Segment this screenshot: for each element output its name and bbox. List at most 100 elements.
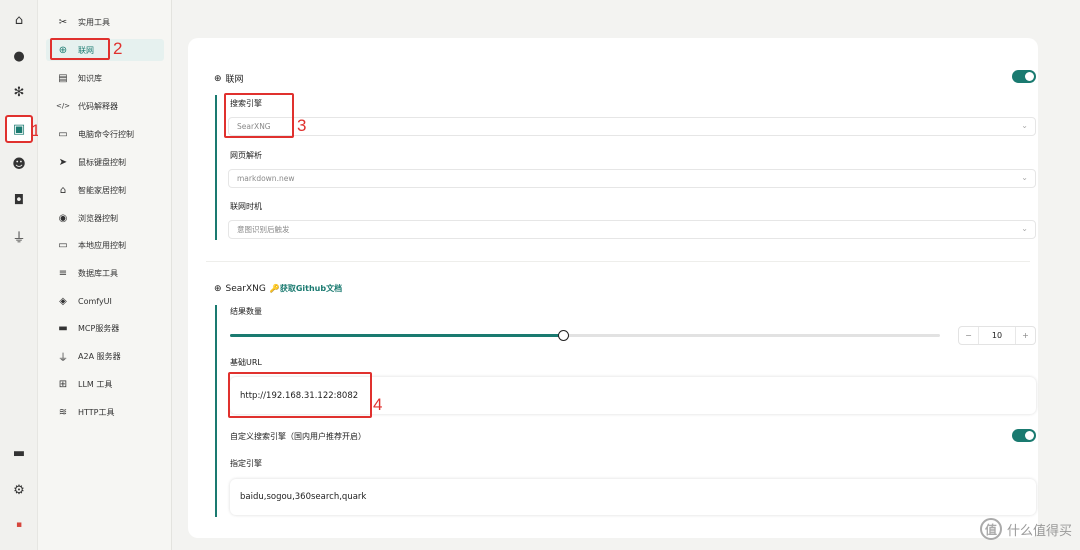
tools-icon: ✂ — [58, 16, 68, 28]
parse-label: 网页解析 — [230, 151, 262, 160]
sidebar-item-llm-tools[interactable]: ⊞ LLM 工具 — [46, 373, 164, 395]
book-icon: ▤ — [58, 72, 68, 84]
sidebar-item-cli-control[interactable]: ▭ 电脑命令行控制 — [46, 123, 164, 145]
sidebar-item-database[interactable]: ≡ 数据库工具 — [46, 262, 164, 284]
search-engine-select[interactable]: SearXNG ⌄ — [228, 117, 1036, 136]
network-icon: ⊞ — [58, 378, 68, 390]
compass-icon: ◉ — [58, 212, 68, 224]
web-section-title: ⊕ 联网 — [214, 72, 244, 86]
code-icon: </> — [55, 102, 71, 110]
sidebar-item-comfyui[interactable]: ◈ ComfyUI — [46, 290, 164, 312]
section-accent-line — [215, 305, 217, 517]
home-icon[interactable]: ⌂ — [7, 8, 31, 32]
robot-icon[interactable]: ◘ — [7, 188, 31, 212]
chat-icon[interactable]: ● — [7, 44, 31, 68]
section-title-text: SearXNG — [225, 283, 266, 294]
wifi-icon: ≋ — [58, 406, 68, 418]
timing-label: 联网时机 — [230, 202, 262, 211]
sidebar-item-local-apps[interactable]: ▭ 本地应用控制 — [46, 234, 164, 256]
server-icon: ▬ — [58, 322, 68, 334]
sidebar-item-label: 智能家居控制 — [78, 185, 126, 195]
sidebar-item-label: 鼠标键盘控制 — [78, 157, 126, 167]
sidebar-item-utilities[interactable]: ✂ 实用工具 — [46, 11, 164, 33]
sidebar-item-label: 代码解释器 — [78, 101, 118, 111]
sidebar-item-smart-home[interactable]: ⌂ 智能家居控制 — [46, 179, 164, 201]
icon-rail: ⌂ ● ✻ ▣ ☻ ◘ ⏚ ▬ ⚙ ▪ — [0, 0, 38, 550]
chevron-down-icon: ⌄ — [1021, 224, 1028, 233]
searxng-section-title: ⊕ SearXNG 🔑获取Github文档 — [214, 283, 342, 294]
monitor-icon: ▭ — [58, 239, 68, 251]
theater-mask-icon[interactable]: ☻ — [7, 152, 31, 176]
sidebar-item-label: A2A 服务器 — [78, 351, 121, 361]
sidebar-item-label: MCP服务器 — [78, 323, 120, 333]
chevron-down-icon: ⌄ — [1021, 173, 1028, 182]
web-timing-select[interactable]: 意图识别后触发 ⌄ — [228, 220, 1036, 239]
sidebar-item-mcp[interactable]: ▬ MCP服务器 — [46, 317, 164, 339]
sidebar-item-label: LLM 工具 — [78, 379, 113, 389]
settings-panel: ⊕ 联网 搜索引擎 SearXNG ⌄ 3 网页解析 markdown.new … — [188, 38, 1038, 538]
slider-fill — [230, 334, 564, 337]
sidebar-item-label: 知识库 — [78, 73, 102, 83]
increment-button[interactable]: + — [1016, 327, 1035, 344]
globe-icon: ⊕ — [214, 73, 222, 84]
cursor-icon: ➤ — [58, 156, 68, 168]
stepper-value[interactable]: 10 — [979, 331, 1015, 340]
select-value: 意图识别后触发 — [237, 225, 290, 234]
chevron-down-icon: ⌄ — [1021, 121, 1028, 130]
github-doc-link[interactable]: 🔑获取Github文档 — [270, 283, 342, 294]
section-accent-line — [215, 95, 217, 240]
terminal-icon: ▭ — [58, 128, 68, 140]
link-text: 获取Github文档 — [279, 284, 343, 293]
sidebar-item-label: ComfyUI — [78, 296, 112, 306]
highlight-box-engine — [224, 93, 294, 138]
custom-engine-label: 自定义搜索引擎（国内用户推荐开启） — [230, 432, 366, 441]
tools-sidebar: ✂ 实用工具 ⊕ 联网 ▤ 知识库 </> 代码解释器 ▭ 电脑命令行控制 ➤ 鼠标键盘控制… — [38, 0, 172, 550]
sidebar-item-http[interactable]: ≋ HTTP工具 — [46, 401, 164, 423]
sidebar-item-mouse-keyboard[interactable]: ➤ 鼠标键盘控制 — [46, 151, 164, 173]
sidebar-item-label: HTTP工具 — [78, 407, 115, 417]
highlight-box-url — [228, 372, 372, 418]
watermark-logo-icon: 值 — [979, 518, 1002, 540]
annotation-4: 4 — [373, 395, 383, 414]
sidebar-item-label: 电脑命令行控制 — [78, 129, 134, 139]
watermark: 值 什么值得买 — [979, 518, 1072, 540]
sidebar-item-label: 本地应用控制 — [78, 240, 126, 250]
input-value: baidu,sogou,360search,quark — [240, 492, 367, 502]
sidebar-item-browser[interactable]: ◉ 浏览器控制 — [46, 207, 164, 229]
settings-snowflake-icon[interactable]: ✻ — [7, 80, 31, 104]
result-count-slider[interactable] — [230, 330, 940, 341]
custom-engine-toggle[interactable] — [1012, 429, 1036, 442]
select-value: markdown.new — [237, 174, 295, 183]
highlight-box-web — [50, 38, 110, 60]
sidebar-item-code-interpreter[interactable]: </> 代码解释器 — [46, 95, 164, 117]
comfyui-icon: ◈ — [59, 295, 67, 307]
app-logo-icon[interactable]: ▪ — [7, 513, 31, 537]
slider-handle[interactable] — [557, 330, 569, 341]
web-parse-select[interactable]: markdown.new ⌄ — [228, 169, 1036, 188]
web-enable-toggle[interactable] — [1012, 70, 1036, 83]
result-count-label: 结果数量 — [230, 307, 262, 316]
decrement-button[interactable]: − — [959, 327, 978, 344]
result-count-stepper[interactable]: − 10 + — [958, 326, 1036, 345]
base-url-label: 基础URL — [230, 358, 262, 367]
plug-icon[interactable]: ⏚ — [7, 224, 31, 248]
gear-icon[interactable]: ⚙ — [7, 478, 31, 502]
engines-label: 指定引擎 — [230, 459, 262, 468]
sidebar-item-label: 数据库工具 — [78, 268, 118, 278]
engines-input[interactable]: baidu,sogou,360search,quark — [230, 479, 1036, 515]
annotation-3: 3 — [297, 116, 307, 135]
plug-icon: ⏚ — [58, 352, 68, 364]
database-icon: ≡ — [58, 267, 68, 279]
sidebar-item-label: 实用工具 — [78, 17, 110, 27]
sidebar-item-label: 浏览器控制 — [78, 213, 118, 223]
section-title-text: 联网 — [225, 75, 244, 85]
section-divider — [206, 261, 1030, 262]
globe-icon: ⊕ — [214, 283, 222, 294]
sidebar-item-knowledge[interactable]: ▤ 知识库 — [46, 67, 164, 89]
annotation-2: 2 — [113, 39, 123, 58]
archive-icon[interactable]: ▬ — [7, 441, 31, 465]
house-icon: ⌂ — [59, 184, 67, 196]
sidebar-item-a2a[interactable]: ⏚ A2A 服务器 — [46, 345, 164, 367]
toolbox-icon[interactable]: ▣ — [5, 115, 33, 143]
watermark-text: 什么值得买 — [1006, 523, 1072, 539]
